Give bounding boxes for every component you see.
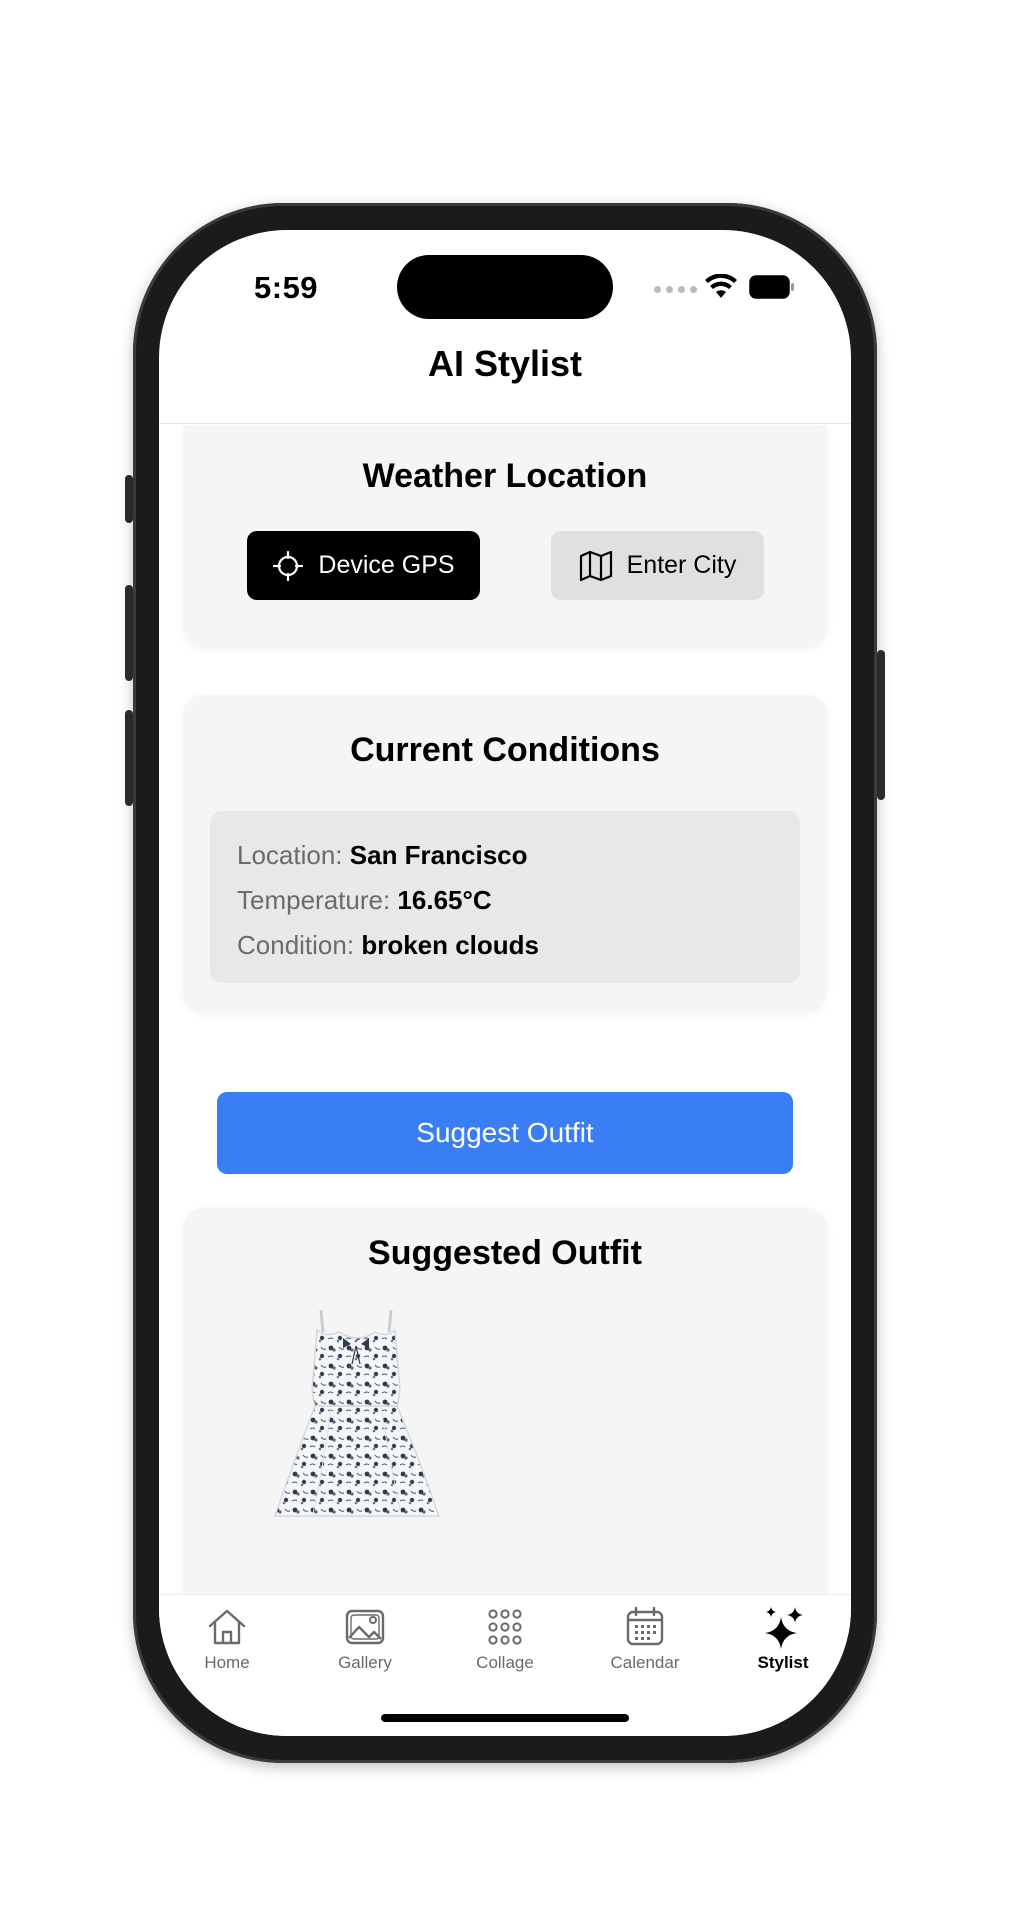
- phone-screen: 5:59 AI Stylist Weather Location Device …: [159, 230, 851, 1736]
- photo-icon: [345, 1609, 385, 1645]
- enter-city-button[interactable]: Enter City: [551, 531, 764, 600]
- suggested-outfit-title: Suggested Outfit: [368, 1234, 642, 1272]
- tab-gallery-label: Gallery: [338, 1653, 392, 1672]
- house-icon: [208, 1609, 246, 1645]
- tab-stylist[interactable]: Stylist: [723, 1605, 843, 1673]
- current-conditions-card: Current Conditions Location: San Francis…: [183, 695, 827, 1013]
- current-conditions-title: Current Conditions: [350, 731, 660, 769]
- nav-divider: [159, 423, 851, 424]
- tab-calendar[interactable]: Calendar: [585, 1605, 705, 1673]
- location-crosshair-icon: [273, 550, 304, 581]
- weather-location-title: Weather Location: [362, 457, 648, 495]
- cellular-signal-icon: [654, 286, 697, 293]
- location-row: Location: San Francisco: [237, 833, 773, 878]
- temperature-label: Temperature:: [237, 885, 391, 915]
- battery-icon: [749, 275, 794, 299]
- power-button: [877, 650, 885, 800]
- page-title: AI Stylist: [427, 343, 583, 384]
- device-gps-label: Device GPS: [318, 551, 455, 579]
- tab-collage[interactable]: Collage: [445, 1605, 565, 1673]
- map-icon: [579, 550, 612, 581]
- location-label: Location:: [237, 840, 343, 870]
- tab-collage-label: Collage: [476, 1653, 534, 1672]
- condition-label: Condition:: [237, 930, 355, 960]
- volume-down-button: [125, 710, 133, 806]
- home-indicator[interactable]: [381, 1714, 629, 1722]
- temperature-value: 16.65°C: [397, 885, 492, 915]
- tab-stylist-label: Stylist: [757, 1653, 809, 1672]
- wifi-icon: [705, 274, 737, 298]
- volume-up-button: [125, 585, 133, 681]
- condition-row: Condition: broken clouds: [237, 923, 773, 968]
- enter-city-label: Enter City: [626, 551, 737, 579]
- temperature-row: Temperature: 16.65°C: [237, 878, 773, 923]
- calendar-icon: [626, 1606, 664, 1646]
- status-time: 5:59: [254, 270, 319, 305]
- conditions-box: Location: San Francisco Temperature: 16.…: [210, 811, 800, 983]
- tab-home[interactable]: Home: [167, 1605, 287, 1673]
- grid-dots-icon: [488, 1609, 522, 1645]
- floral-dress-image[interactable]: [273, 1308, 441, 1520]
- action-button: [125, 475, 133, 523]
- condition-value: broken clouds: [361, 930, 540, 960]
- status-icons: [654, 274, 794, 302]
- device-gps-button[interactable]: Device GPS: [247, 531, 480, 600]
- tab-home-label: Home: [204, 1653, 250, 1672]
- tab-gallery[interactable]: Gallery: [305, 1605, 425, 1673]
- suggest-outfit-button[interactable]: Suggest Outfit: [217, 1092, 793, 1174]
- sparkles-icon: [765, 1607, 803, 1649]
- dynamic-island: [397, 255, 613, 319]
- location-value: San Francisco: [349, 840, 528, 870]
- tab-calendar-label: Calendar: [610, 1653, 680, 1672]
